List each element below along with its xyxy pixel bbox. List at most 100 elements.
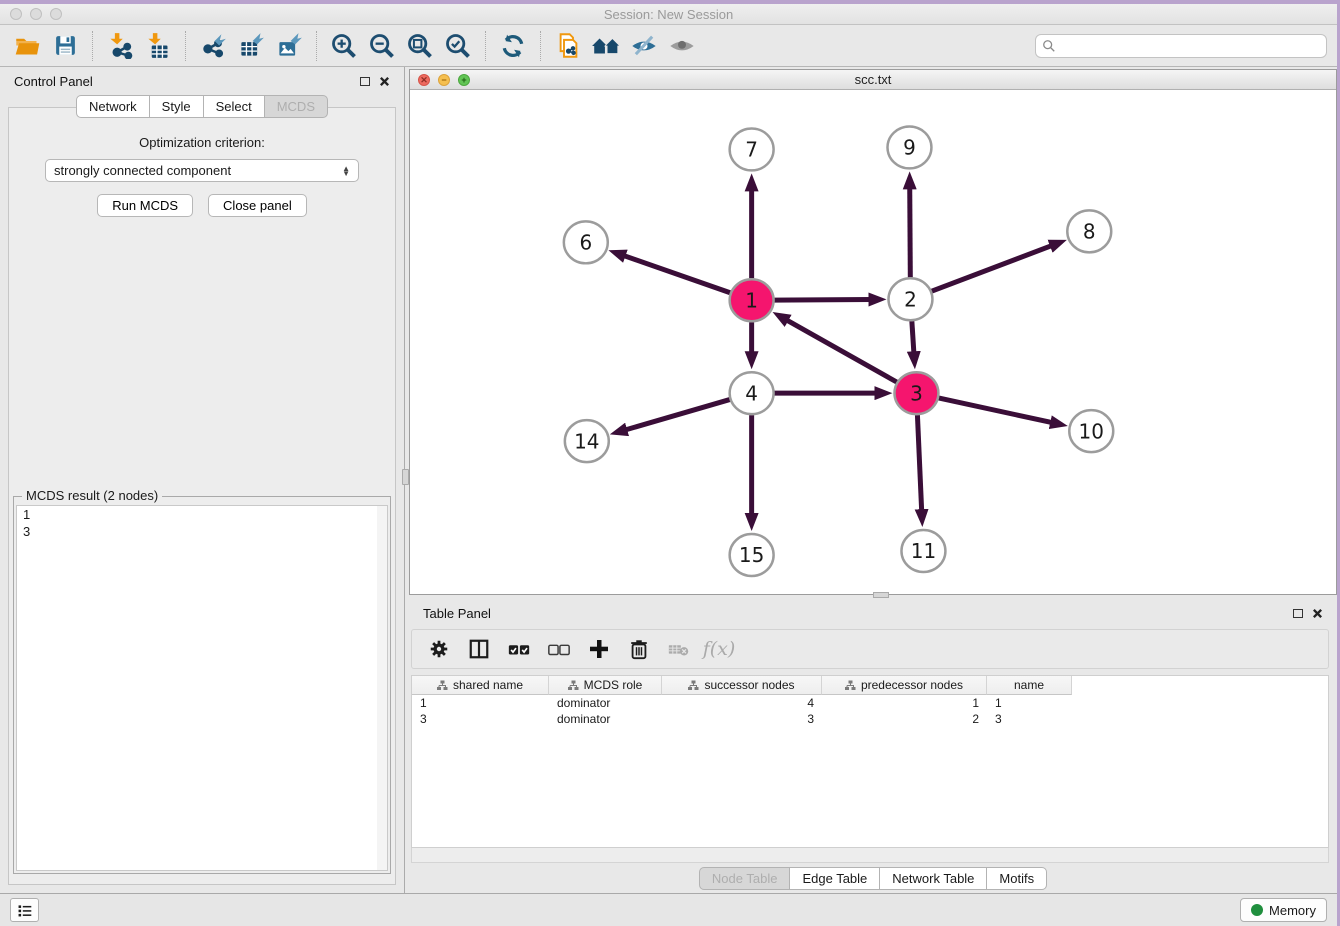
edge-3-1[interactable]	[786, 319, 898, 382]
network-view-window: ✕ − + scc.txt 79681243141015	[409, 69, 1337, 595]
import-network-button[interactable]	[103, 29, 137, 63]
mcds-panel: Optimization criterion: strongly connect…	[8, 107, 396, 885]
table-hscrollbar[interactable]	[411, 848, 1329, 863]
edge-2-9[interactable]	[910, 186, 911, 277]
graph-node-3[interactable]: 3	[894, 372, 938, 414]
export-table-button[interactable]	[234, 29, 268, 63]
edge-3-10[interactable]	[938, 397, 1053, 422]
vertical-splitter[interactable]	[404, 67, 409, 893]
edge-3-11[interactable]	[917, 415, 921, 512]
import-table-icon	[145, 32, 172, 59]
close-panel-icon[interactable]	[379, 76, 390, 87]
graph-node-15[interactable]: 15	[730, 534, 774, 576]
graph-node-1[interactable]: 1	[730, 279, 774, 321]
table-toolbar: f(x)	[411, 629, 1329, 669]
add-column-button[interactable]	[584, 634, 614, 664]
tab-style[interactable]: Style	[149, 95, 204, 118]
graph-node-7[interactable]: 7	[730, 128, 774, 170]
graph-node-6[interactable]: 6	[564, 221, 608, 263]
deselect-all-columns-button[interactable]	[544, 634, 574, 664]
tab-motifs[interactable]: Motifs	[986, 867, 1047, 890]
frame-minimize-button[interactable]: −	[438, 74, 450, 86]
frame-maximize-button[interactable]: +	[458, 74, 470, 86]
memory-button[interactable]: Memory	[1240, 898, 1327, 922]
table-row[interactable]: 1dominator411	[412, 695, 1328, 711]
show-columns-button[interactable]	[464, 634, 494, 664]
column-type-icon	[845, 680, 856, 691]
window-zoom-button[interactable]	[50, 8, 62, 20]
network-canvas[interactable]: 7 9 6 8 1 2 4 3 14 10 15 11	[410, 90, 1336, 594]
graph-node-8[interactable]: 8	[1067, 210, 1111, 252]
horizontal-splitter[interactable]	[409, 595, 1337, 599]
close-panel-button[interactable]: Close panel	[208, 194, 307, 217]
app-window: Session: New Session	[0, 4, 1337, 926]
result-item[interactable]: 1	[17, 506, 387, 523]
zoom-selected-button[interactable]	[441, 29, 475, 63]
control-panel: Control Panel NetworkStyleSelectMCDS Opt…	[0, 67, 404, 893]
search-input[interactable]	[1060, 38, 1320, 53]
export-image-button[interactable]	[272, 29, 306, 63]
edge-2-3[interactable]	[912, 321, 914, 354]
open-session-button[interactable]	[10, 29, 44, 63]
result-item[interactable]: 3	[17, 523, 387, 540]
column-header-shared-name[interactable]: shared name	[412, 676, 549, 695]
zoom-fit-button[interactable]	[403, 29, 437, 63]
frame-close-button[interactable]: ✕	[418, 74, 430, 86]
tab-select[interactable]: Select	[203, 95, 265, 118]
splitter-handle[interactable]	[873, 592, 889, 598]
duplicate-network-button[interactable]	[551, 29, 585, 63]
graph-node-10[interactable]: 10	[1069, 410, 1113, 452]
close-panel-icon[interactable]	[1312, 608, 1323, 619]
gear-icon	[428, 638, 450, 660]
save-session-button[interactable]	[48, 29, 82, 63]
float-panel-icon[interactable]	[1293, 609, 1303, 618]
zoom-out-button[interactable]	[365, 29, 399, 63]
column-header-predecessor-nodes[interactable]: predecessor nodes	[822, 676, 987, 695]
graph-node-14[interactable]: 14	[565, 420, 609, 462]
show-panel-eye-button[interactable]	[665, 29, 699, 63]
task-history-button[interactable]	[10, 898, 39, 922]
network-graph[interactable]: 7 9 6 8 1 2 4 3 14 10 15 11	[410, 90, 1336, 594]
edge-1-6[interactable]	[623, 255, 731, 293]
run-mcds-button[interactable]: Run MCDS	[97, 194, 193, 217]
export-network-button[interactable]	[196, 29, 230, 63]
select-all-columns-button[interactable]	[504, 634, 534, 664]
refresh-view-button[interactable]	[496, 29, 530, 63]
graph-node-4[interactable]: 4	[730, 372, 774, 414]
graph-node-2[interactable]: 2	[888, 278, 932, 320]
table-row[interactable]: 3dominator323	[412, 711, 1328, 727]
table-header-row: shared nameMCDS rolesuccessor nodesprede…	[412, 676, 1328, 695]
hide-panel-eye-button[interactable]	[627, 29, 661, 63]
criterion-select[interactable]: strongly connected component ▲▼	[45, 159, 359, 182]
splitter-handle[interactable]	[402, 469, 409, 485]
import-table-button[interactable]	[141, 29, 175, 63]
zoom-in-icon	[330, 32, 358, 60]
tab-network-table[interactable]: Network Table	[879, 867, 987, 890]
tab-node-table[interactable]: Node Table	[699, 867, 791, 890]
column-header-MCDS-role[interactable]: MCDS role	[549, 676, 662, 695]
tab-network[interactable]: Network	[76, 95, 150, 118]
graph-node-9[interactable]: 9	[887, 126, 931, 168]
tab-mcds[interactable]: MCDS	[264, 95, 328, 118]
node-table[interactable]: shared nameMCDS rolesuccessor nodesprede…	[411, 675, 1329, 848]
edge-1-2[interactable]	[774, 299, 872, 300]
graph-node-11[interactable]: 11	[901, 530, 945, 572]
table-settings-button[interactable]	[424, 634, 454, 664]
delete-column-button[interactable]	[624, 634, 654, 664]
column-header-name[interactable]: name	[987, 676, 1072, 695]
float-panel-icon[interactable]	[360, 77, 370, 86]
column-header-successor-nodes[interactable]: successor nodes	[662, 676, 822, 695]
window-close-button[interactable]	[10, 8, 22, 20]
table-cell: 4	[662, 695, 822, 711]
network-home-button[interactable]	[589, 29, 623, 63]
tab-edge-table[interactable]: Edge Table	[789, 867, 880, 890]
mcds-result-list[interactable]: 13	[16, 505, 388, 871]
result-scrollbar[interactable]	[377, 506, 387, 870]
search-field[interactable]	[1035, 34, 1327, 58]
node-label: 14	[574, 429, 599, 453]
zoom-in-button[interactable]	[327, 29, 361, 63]
window-minimize-button[interactable]	[30, 8, 42, 20]
edge-2-8[interactable]	[931, 245, 1053, 291]
table-panel: Table Panel	[409, 599, 1337, 893]
edge-4-14[interactable]	[624, 399, 730, 430]
